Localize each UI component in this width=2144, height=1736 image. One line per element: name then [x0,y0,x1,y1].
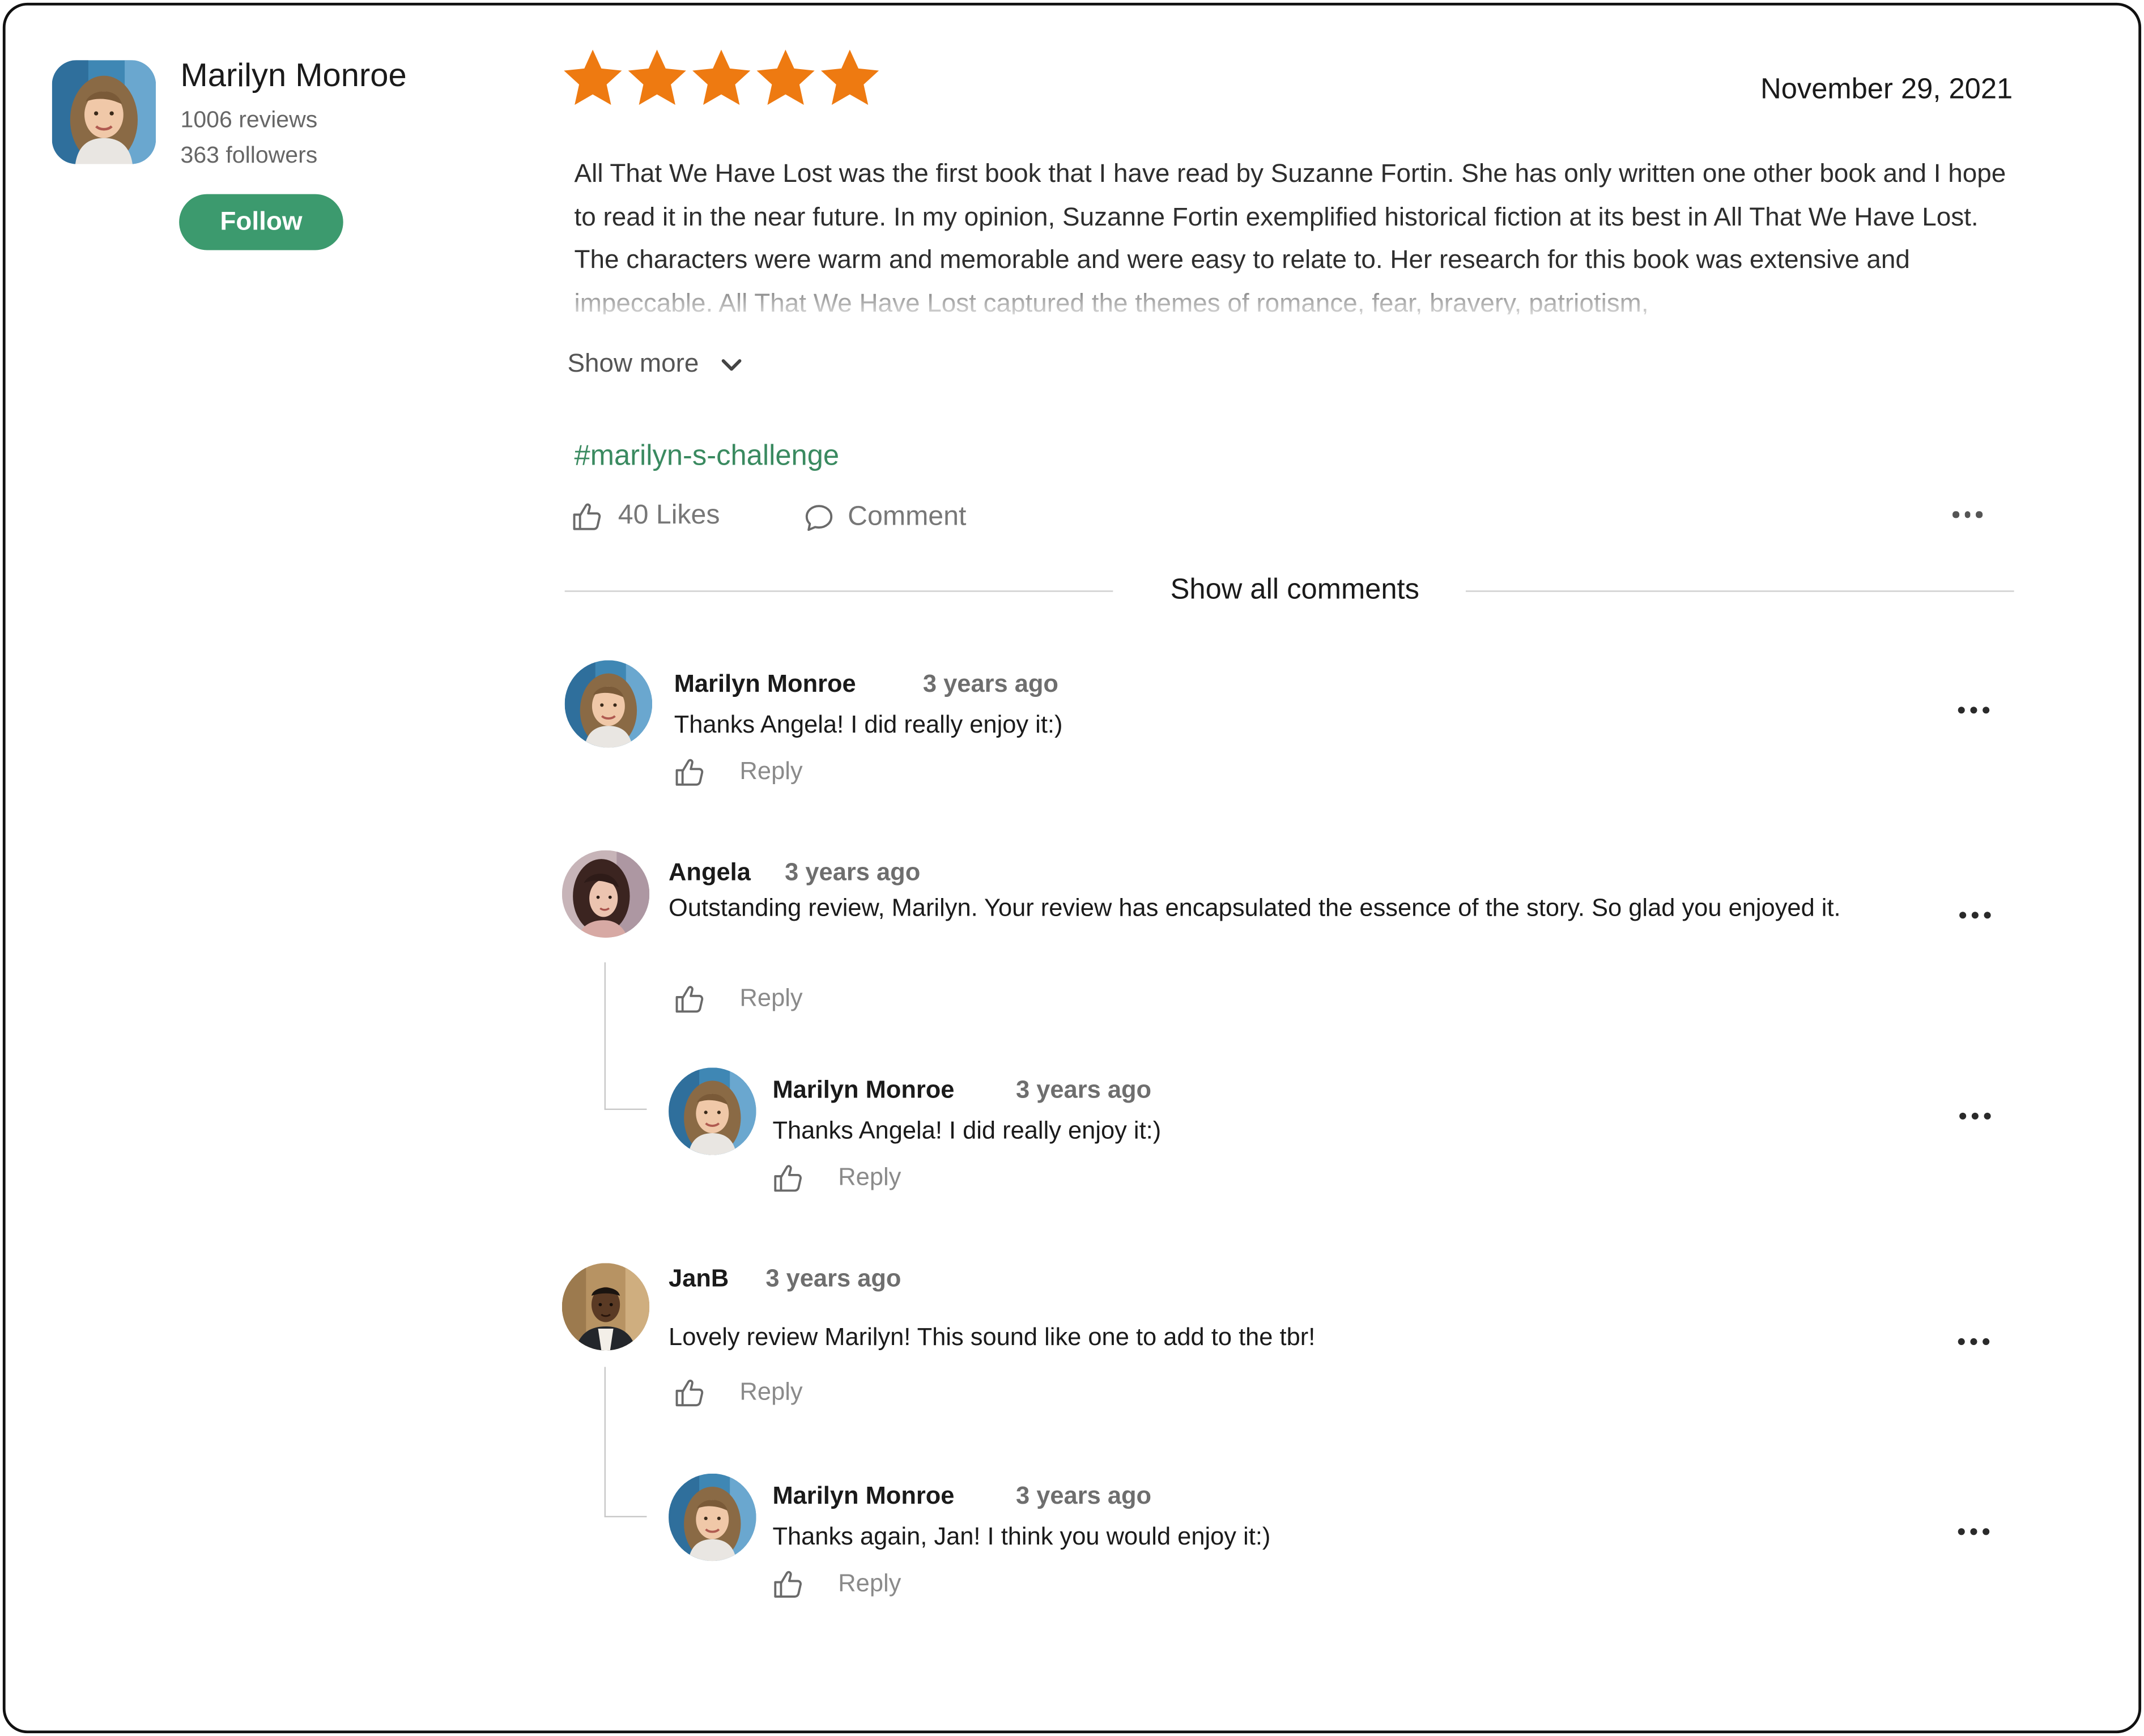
reviewer-avatar[interactable] [52,60,156,164]
comment-timestamp: 3 years ago [1016,1075,1152,1103]
reply-button[interactable]: Reply [740,758,803,786]
avatar[interactable] [565,660,652,747]
comment-timestamp: 3 years ago [765,1264,901,1292]
star-icon [689,46,753,109]
star-icon [754,46,818,109]
comment-author[interactable]: Marilyn Monroe [772,1482,954,1511]
comment-label: Comment [848,501,967,532]
comment-timestamp: 3 years ago [785,858,921,886]
likes-count: 40 Likes [618,500,720,531]
rating-stars [560,46,882,109]
star-icon [818,46,882,109]
comment-author[interactable]: JanB [669,1265,729,1294]
comment-timestamp: 3 years ago [1016,1482,1152,1509]
reply-button[interactable]: Reply [740,984,803,1013]
reply-button[interactable]: Reply [838,1569,901,1598]
avatar[interactable] [562,1263,649,1350]
comment-text: Lovely review Marilyn! This sound like o… [669,1323,1316,1351]
comment-text: Outstanding review, Marilyn. Your review… [669,893,1841,922]
chevron-down-icon [721,359,742,371]
review-hashtag[interactable]: #marilyn-s-challenge [575,440,840,473]
reply-button[interactable]: Reply [740,1378,803,1407]
show-more-label: Show more [567,350,699,379]
reviewer-name[interactable]: Marilyn Monroe [181,57,407,96]
comment-more-icon[interactable] [1952,1523,1995,1541]
comment-text: Thanks again, Jan! I think you would enj… [772,1522,1271,1550]
review-card: Marilyn Monroe 1006 reviews 363 follower… [2,2,2142,1734]
thread-connector [604,962,647,1110]
thumbs-up-icon [572,501,605,531]
thumbs-up-icon[interactable] [772,1569,805,1599]
reviewer-review-count: 1006 reviews [180,107,318,133]
comment-more-icon[interactable] [1952,701,1995,719]
reply-button[interactable]: Reply [838,1163,901,1192]
thread-connector [604,1367,647,1517]
review-date: November 29, 2021 [1760,74,2013,105]
avatar[interactable] [669,1067,756,1155]
star-icon [625,46,689,109]
comment-author[interactable]: Angela [669,858,751,887]
divider-left [564,590,1113,592]
comment-more-icon[interactable] [1954,1107,1996,1125]
review-body-fade [566,265,2043,320]
thumbs-up-icon[interactable] [674,758,707,788]
comment-button[interactable]: Comment [804,501,966,533]
show-all-comments-button[interactable]: Show all comments [1072,574,1518,607]
comment-author[interactable]: Marilyn Monroe [772,1076,954,1105]
thumbs-up-icon[interactable] [674,1378,707,1408]
comment-more-icon[interactable] [1952,1333,1995,1350]
thumbs-up-icon[interactable] [772,1163,805,1193]
like-button[interactable]: 40 Likes [572,500,720,531]
comment-timestamp: 3 years ago [922,670,1058,697]
avatar[interactable] [669,1474,756,1561]
comment-text: Thanks Angela! I did really enjoy it:) [674,710,1063,738]
comment-text: Thanks Angela! I did really enjoy it:) [772,1117,1162,1144]
reviewer-follower-count: 363 followers [180,142,318,168]
follow-button[interactable]: Follow [179,194,343,250]
speech-bubble-icon [805,504,833,530]
comment-author[interactable]: Marilyn Monroe [674,670,856,699]
thumbs-up-icon[interactable] [674,984,707,1014]
show-more-button[interactable]: Show more [567,350,742,380]
comment-more-icon[interactable] [1954,907,1996,924]
divider-right [1465,590,2014,592]
avatar[interactable] [562,850,649,938]
star-icon [560,46,624,109]
review-more-icon[interactable] [1947,506,1987,523]
